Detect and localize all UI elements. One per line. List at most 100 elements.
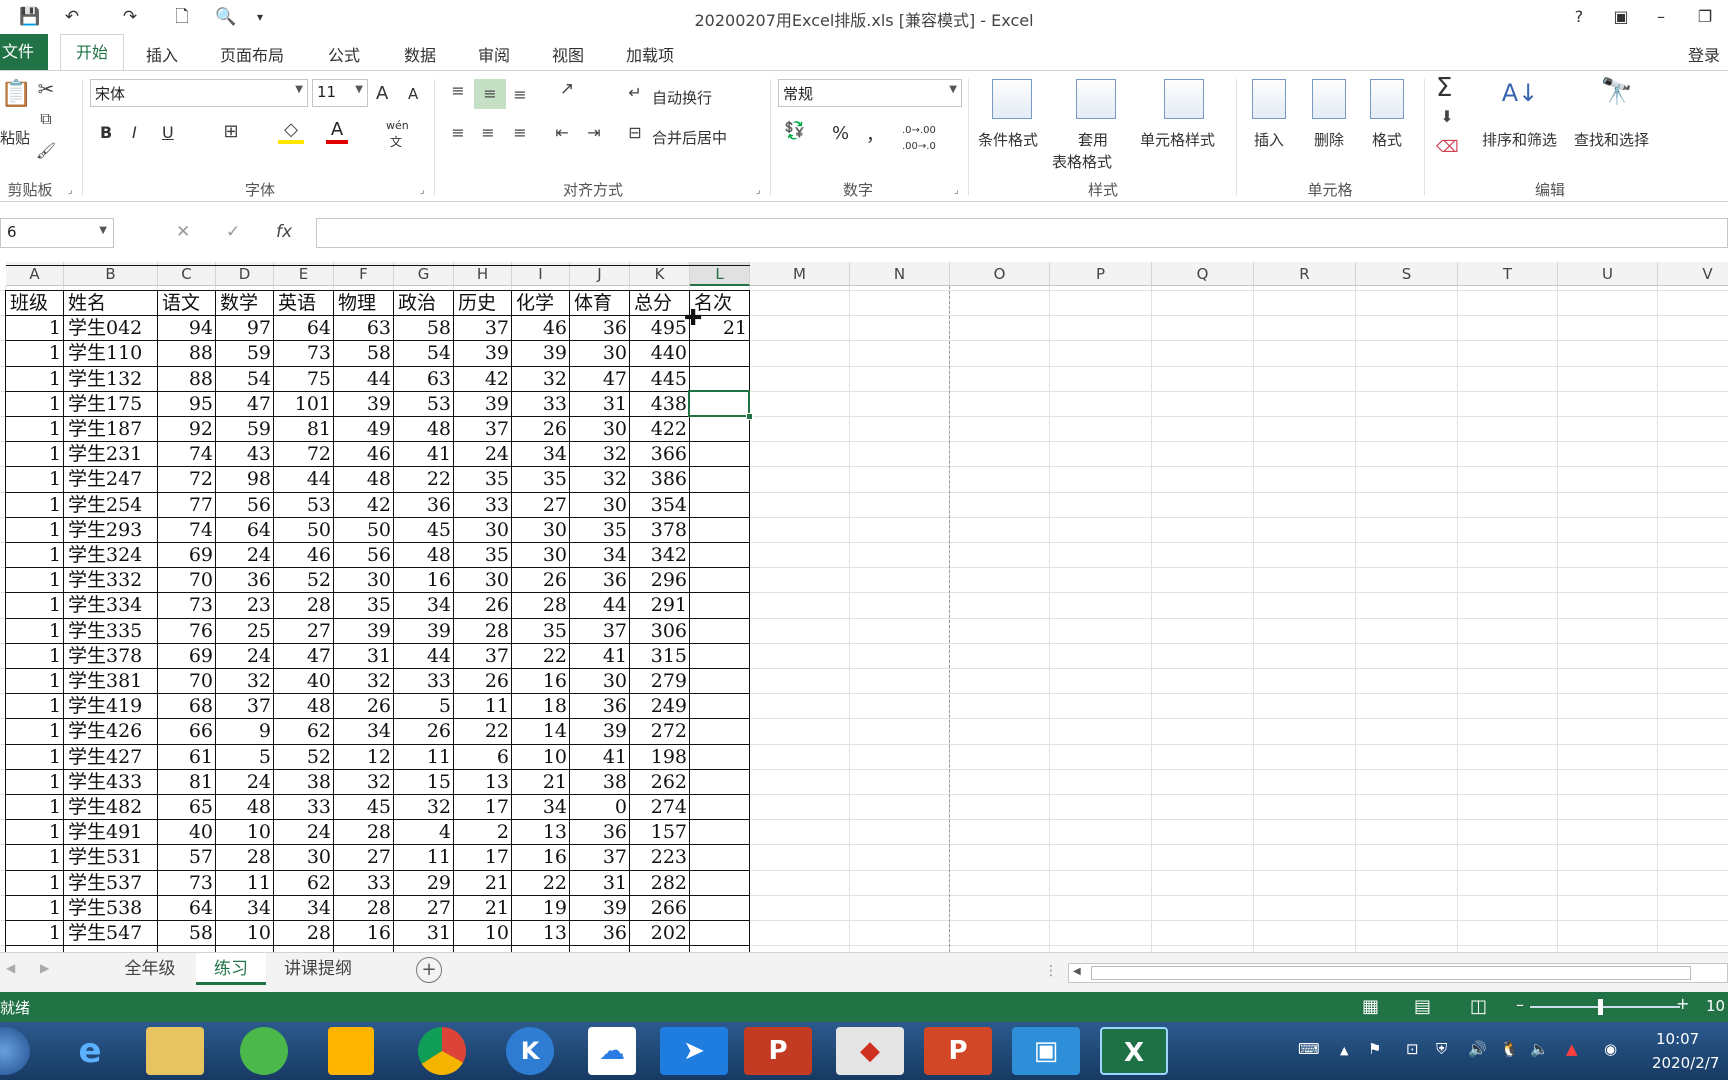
decrease-decimal-button[interactable]: .00→.0 bbox=[902, 141, 936, 152]
align-bottom-icon[interactable]: ≡ bbox=[508, 85, 532, 104]
data-cell[interactable]: 10 bbox=[512, 745, 570, 770]
data-cell[interactable]: 42 bbox=[454, 367, 512, 392]
data-cell[interactable]: 学生381 bbox=[64, 669, 158, 694]
data-cell[interactable]: 54 bbox=[394, 341, 454, 366]
data-cell[interactable]: 1 bbox=[6, 745, 64, 770]
border-icon[interactable]: ⊞ bbox=[218, 121, 244, 142]
data-cell[interactable] bbox=[690, 719, 750, 744]
data-cell[interactable]: 物理 bbox=[334, 291, 394, 316]
data-cell[interactable]: 16 bbox=[394, 568, 454, 593]
data-cell[interactable]: 26 bbox=[454, 593, 512, 618]
ie-icon[interactable]: e bbox=[56, 1027, 124, 1075]
data-cell[interactable]: 50 bbox=[334, 518, 394, 543]
minimize-button[interactable]: – bbox=[1646, 4, 1676, 30]
data-cell[interactable]: 26 bbox=[512, 417, 570, 442]
data-cell[interactable]: 37 bbox=[570, 619, 630, 644]
data-cell[interactable]: 22 bbox=[454, 719, 512, 744]
data-cell[interactable]: 27 bbox=[512, 493, 570, 518]
normal-view-icon[interactable]: ▦ bbox=[1362, 996, 1379, 1017]
data-cell[interactable]: 62 bbox=[274, 719, 334, 744]
align-top-icon[interactable]: ≡ bbox=[446, 81, 470, 100]
data-cell[interactable]: 45 bbox=[334, 795, 394, 820]
data-cell[interactable]: 24 bbox=[216, 644, 274, 669]
sheet-tab-all-grades[interactable]: 全年级 bbox=[108, 953, 192, 985]
scrollbar-thumb[interactable] bbox=[1091, 966, 1691, 980]
format-as-table-button[interactable]: 表格格式 bbox=[1052, 151, 1112, 172]
data-cell[interactable]: 291 bbox=[630, 593, 690, 618]
data-cell[interactable]: 92 bbox=[158, 417, 216, 442]
data-cell[interactable]: 体育 bbox=[570, 291, 630, 316]
wps-icon[interactable]: ◆ bbox=[836, 1027, 904, 1075]
tab-data[interactable]: 数据 bbox=[404, 42, 436, 66]
data-cell[interactable]: 33 bbox=[334, 871, 394, 896]
wrap-text-button[interactable]: 自动换行 bbox=[652, 87, 712, 108]
scroll-left-icon[interactable]: ◀ bbox=[6, 961, 15, 975]
tab-view[interactable]: 视图 bbox=[552, 42, 584, 66]
data-cell[interactable]: 48 bbox=[394, 417, 454, 442]
security-icon[interactable]: ⛨ bbox=[1436, 1040, 1447, 1058]
data-cell[interactable] bbox=[690, 518, 750, 543]
help-button[interactable]: ? bbox=[1564, 4, 1594, 30]
data-cell[interactable]: 学生110 bbox=[64, 341, 158, 366]
merge-center-button[interactable]: 合并后居中 bbox=[652, 127, 727, 148]
align-left-icon[interactable]: ≡ bbox=[446, 123, 470, 142]
data-cell[interactable]: 学生491 bbox=[64, 820, 158, 845]
orientation-icon[interactable]: ↗ bbox=[552, 79, 582, 99]
data-cell[interactable]: 54 bbox=[216, 367, 274, 392]
add-sheet-button[interactable]: + bbox=[416, 957, 442, 983]
data-cell[interactable]: 26 bbox=[512, 568, 570, 593]
fill-icon[interactable]: ⬇ bbox=[1436, 107, 1458, 126]
data-cell[interactable]: 1 bbox=[6, 896, 64, 921]
data-cell[interactable]: 39 bbox=[454, 341, 512, 366]
sheet-tab-lecture-outline[interactable]: 讲课提纲 bbox=[268, 953, 368, 985]
data-cell[interactable]: 30 bbox=[512, 543, 570, 568]
data-cell[interactable]: 157 bbox=[630, 820, 690, 845]
excel-icon[interactable]: X bbox=[1100, 1027, 1168, 1075]
data-cell[interactable]: 198 bbox=[630, 745, 690, 770]
data-cell[interactable]: 28 bbox=[334, 896, 394, 921]
data-cell[interactable]: 11 bbox=[394, 845, 454, 870]
data-cell[interactable]: 21 bbox=[454, 896, 512, 921]
data-cell[interactable]: 44 bbox=[570, 593, 630, 618]
data-cell[interactable] bbox=[690, 669, 750, 694]
data-cell[interactable]: 366 bbox=[630, 442, 690, 467]
data-cell[interactable]: 16 bbox=[334, 921, 394, 946]
data-cell[interactable]: 35 bbox=[512, 619, 570, 644]
data-cell[interactable]: 62 bbox=[274, 871, 334, 896]
data-cell[interactable]: 47 bbox=[216, 392, 274, 417]
data-cell[interactable] bbox=[690, 619, 750, 644]
data-cell[interactable]: 11 bbox=[216, 871, 274, 896]
name-box[interactable]: 6 ▼ bbox=[0, 218, 114, 248]
data-cell[interactable]: 46 bbox=[334, 442, 394, 467]
data-cell[interactable]: 16 bbox=[512, 669, 570, 694]
data-cell[interactable]: 1 bbox=[6, 316, 64, 341]
paste-button[interactable]: 粘贴 bbox=[0, 127, 30, 148]
data-cell[interactable]: 77 bbox=[158, 493, 216, 518]
data-cell[interactable]: 32 bbox=[570, 467, 630, 492]
data-cell[interactable]: 学生426 bbox=[64, 719, 158, 744]
data-cell[interactable]: 学生324 bbox=[64, 543, 158, 568]
data-cell[interactable]: 61 bbox=[158, 745, 216, 770]
data-cell[interactable]: 44 bbox=[394, 644, 454, 669]
powerpoint-2-icon[interactable]: P bbox=[924, 1027, 992, 1075]
data-cell[interactable]: 30 bbox=[570, 493, 630, 518]
data-cell[interactable]: 30 bbox=[570, 669, 630, 694]
maximize-button[interactable]: ❐ bbox=[1690, 4, 1720, 30]
data-cell[interactable] bbox=[690, 921, 750, 946]
keyboard-icon[interactable]: ⌨ bbox=[1298, 1040, 1320, 1058]
start-button-icon[interactable] bbox=[0, 1027, 30, 1075]
tray-expand-icon[interactable]: ▲ bbox=[1340, 1044, 1348, 1057]
data-cell[interactable]: 英语 bbox=[274, 291, 334, 316]
data-cell[interactable]: 65 bbox=[158, 795, 216, 820]
phonetic-button[interactable]: wén bbox=[386, 119, 409, 132]
data-cell[interactable]: 38 bbox=[274, 770, 334, 795]
data-cell[interactable]: 50 bbox=[274, 518, 334, 543]
data-cell[interactable]: 24 bbox=[216, 543, 274, 568]
horizontal-scrollbar[interactable]: ◀ bbox=[1068, 963, 1728, 983]
data-cell[interactable]: 39 bbox=[570, 719, 630, 744]
data-cell[interactable]: 31 bbox=[394, 921, 454, 946]
data-cell[interactable]: 37 bbox=[216, 694, 274, 719]
data-cell[interactable]: 化学 bbox=[512, 291, 570, 316]
data-cell[interactable]: 36 bbox=[570, 694, 630, 719]
zoom-slider[interactable] bbox=[1530, 1006, 1680, 1008]
